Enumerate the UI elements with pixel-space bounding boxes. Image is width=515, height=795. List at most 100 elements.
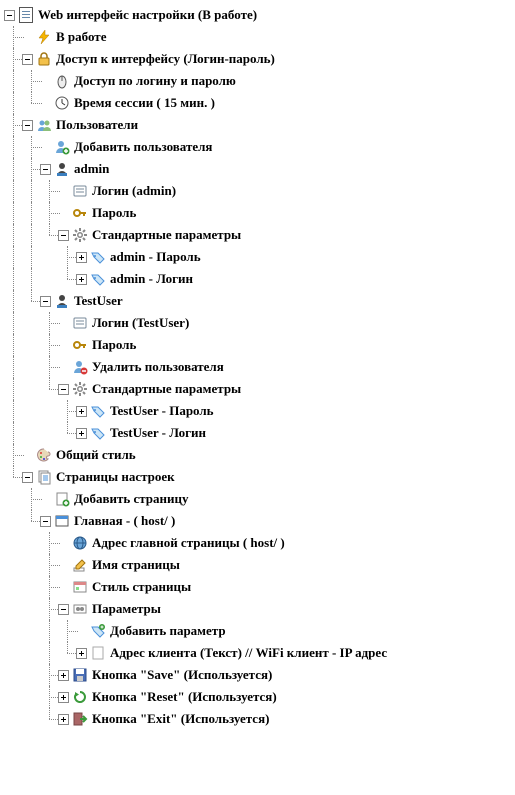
tree-node-label: Адрес клиента (Текст) // WiFi клиент - I…	[110, 642, 387, 664]
tree-node-style[interactable]: Общий стиль	[4, 444, 515, 466]
tree-node-testuser-std-login[interactable]: TestUser - Логин	[4, 422, 515, 444]
tree-node-client-addr[interactable]: Адрес клиента (Текст) // WiFi клиент - I…	[4, 642, 515, 664]
tree-node-label: TestUser - Логин	[110, 422, 206, 444]
tree-node-root[interactable]: Web интерфейс настройки (В работе)	[4, 4, 515, 26]
window-icon	[54, 513, 70, 529]
user-icon	[54, 293, 70, 309]
tree-node-add-page[interactable]: Добавить страницу	[4, 488, 515, 510]
clock-icon	[54, 95, 70, 111]
tree-node-label: Пароль	[92, 202, 136, 224]
tag-icon	[90, 271, 106, 287]
lock-icon	[36, 51, 52, 67]
expand-icon[interactable]	[76, 274, 87, 285]
tree-node-main-addr[interactable]: Адрес главной страницы ( host/ )	[4, 532, 515, 554]
tree-node-pages[interactable]: Страницы настроек	[4, 466, 515, 488]
tree-node-main-page[interactable]: Главная - ( host/ )	[4, 510, 515, 532]
gear-icon	[72, 381, 88, 397]
tree-node-main-params[interactable]: Параметры	[4, 598, 515, 620]
tag-add-icon	[90, 623, 106, 639]
collapse-icon[interactable]	[58, 230, 69, 241]
collapse-icon[interactable]	[40, 516, 51, 527]
collapse-icon[interactable]	[40, 296, 51, 307]
tree-node-label: Пользователи	[56, 114, 138, 136]
tree-node-access[interactable]: Доступ к интерфейсу (Логин-пароль)	[4, 48, 515, 70]
tree-node-label: Доступ по логину и паролю	[74, 70, 236, 92]
tag-icon	[90, 249, 106, 265]
save-icon	[72, 667, 88, 683]
expand-icon[interactable]	[76, 648, 87, 659]
collapse-icon[interactable]	[22, 120, 33, 131]
tag-icon	[90, 425, 106, 441]
tree-node-admin-std-pass[interactable]: admin - Пароль	[4, 246, 515, 268]
expand-icon[interactable]	[58, 714, 69, 725]
tree-node-label: Имя страницы	[92, 554, 180, 576]
tree-node-testuser-login[interactable]: Логин (TestUser)	[4, 312, 515, 334]
tree-node-label: Добавить страницу	[74, 488, 188, 510]
user-icon	[54, 161, 70, 177]
tree-node-testuser-del[interactable]: Удалить пользователя	[4, 356, 515, 378]
tag-icon	[90, 403, 106, 419]
collapse-icon[interactable]	[58, 384, 69, 395]
tree-node-label: Доступ к интерфейсу (Логин-пароль)	[56, 48, 275, 70]
collapse-icon[interactable]	[40, 164, 51, 175]
settings-tree[interactable]: Web интерфейс настройки (В работе)В рабо…	[4, 4, 515, 730]
tree-node-label: Кнопка "Reset" (Используется)	[92, 686, 277, 708]
globe-icon	[72, 535, 88, 551]
tree-node-label: Адрес главной страницы ( host/ )	[92, 532, 285, 554]
users-icon	[36, 117, 52, 133]
tree-node-testuser-std[interactable]: Стандартные параметры	[4, 378, 515, 400]
tree-node-main-name[interactable]: Имя страницы	[4, 554, 515, 576]
tree-node-btn-reset[interactable]: Кнопка "Reset" (Используется)	[4, 686, 515, 708]
tree-node-btn-exit[interactable]: Кнопка "Exit" (Используется)	[4, 708, 515, 730]
collapse-icon[interactable]	[58, 604, 69, 615]
tree-node-label: Web интерфейс настройки (В работе)	[38, 4, 257, 26]
tree-node-testuser-std-pass[interactable]: TestUser - Пароль	[4, 400, 515, 422]
tree-node-testuser[interactable]: TestUser	[4, 290, 515, 312]
form-icon	[72, 315, 88, 331]
tree-node-label: admin - Логин	[110, 268, 193, 290]
expand-icon[interactable]	[58, 692, 69, 703]
tree-node-label: Время сессии ( 15 мин. )	[74, 92, 215, 114]
expand-icon[interactable]	[76, 252, 87, 263]
tree-node-label: Логин (admin)	[92, 180, 176, 202]
expand-icon[interactable]	[76, 406, 87, 417]
tree-node-label: TestUser - Пароль	[110, 400, 214, 422]
tree-node-testuser-pass[interactable]: Пароль	[4, 334, 515, 356]
tree-node-label: Общий стиль	[56, 444, 136, 466]
pencil-icon	[72, 557, 88, 573]
style-icon	[72, 579, 88, 595]
tree-node-label: В работе	[56, 26, 106, 48]
tree-node-label: TestUser	[74, 290, 123, 312]
tree-node-session[interactable]: Время сессии ( 15 мин. )	[4, 92, 515, 114]
tree-node-admin-std-login[interactable]: admin - Логин	[4, 268, 515, 290]
reset-icon	[72, 689, 88, 705]
expand-icon[interactable]	[58, 670, 69, 681]
collapse-icon[interactable]	[4, 10, 15, 21]
tree-node-admin[interactable]: admin	[4, 158, 515, 180]
form-icon	[72, 183, 88, 199]
tree-node-add-user[interactable]: Добавить пользователя	[4, 136, 515, 158]
tree-node-status[interactable]: В работе	[4, 26, 515, 48]
exit-icon	[72, 711, 88, 727]
blank-icon	[90, 645, 106, 661]
tree-node-access-login[interactable]: Доступ по логину и паролю	[4, 70, 515, 92]
bolt-icon	[36, 29, 52, 45]
tree-node-users[interactable]: Пользователи	[4, 114, 515, 136]
mouse-icon	[54, 73, 70, 89]
tree-node-label: Стиль страницы	[92, 576, 191, 598]
tree-node-label: Добавить пользователя	[74, 136, 212, 158]
tree-node-label: Добавить параметр	[110, 620, 226, 642]
tree-node-admin-pass[interactable]: Пароль	[4, 202, 515, 224]
tree-node-admin-std[interactable]: Стандартные параметры	[4, 224, 515, 246]
tree-node-label: Логин (TestUser)	[92, 312, 189, 334]
tree-node-main-style[interactable]: Стиль страницы	[4, 576, 515, 598]
key-icon	[72, 205, 88, 221]
collapse-icon[interactable]	[22, 472, 33, 483]
gear-icon	[72, 227, 88, 243]
tree-node-btn-save[interactable]: Кнопка "Save" (Используется)	[4, 664, 515, 686]
collapse-icon[interactable]	[22, 54, 33, 65]
tree-node-add-param[interactable]: Добавить параметр	[4, 620, 515, 642]
expand-icon[interactable]	[76, 428, 87, 439]
tree-node-admin-login[interactable]: Логин (admin)	[4, 180, 515, 202]
user-add-icon	[54, 139, 70, 155]
